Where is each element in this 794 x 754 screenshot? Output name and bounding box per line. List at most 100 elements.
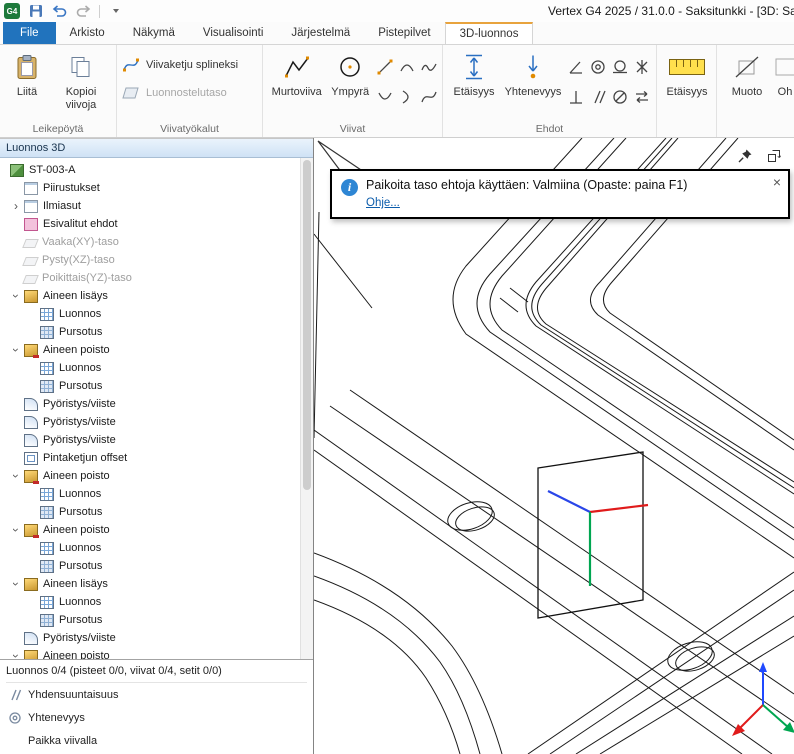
concentric-constraint-button[interactable] (588, 57, 608, 77)
tree-item[interactable]: Piirustukset (0, 179, 300, 197)
distance-constraint-button[interactable]: Etäisyys (447, 48, 501, 99)
extrude-icon (40, 506, 54, 519)
fillet-icon (24, 632, 38, 645)
redo-button[interactable] (75, 3, 92, 20)
tree-item[interactable]: Pursotus (0, 377, 300, 395)
fillet-icon (24, 434, 38, 447)
extrude-icon (40, 560, 54, 573)
tree-item[interactable]: Vaaka(XY)-taso (0, 233, 300, 251)
swap-view-button[interactable] (764, 146, 784, 166)
perpendicular-constraint-button[interactable] (566, 87, 586, 107)
tab-jarjestelma[interactable]: Järjestelmä (277, 22, 364, 44)
tab-visualisointi[interactable]: Visualisointi (189, 22, 278, 44)
tree-item[interactable]: Pursotus (0, 503, 300, 521)
undo-button[interactable] (51, 3, 68, 20)
tangent-constraint-button[interactable] (610, 57, 630, 77)
constraint-list-item[interactable]: Yhtenevyys (6, 706, 307, 729)
partial-button[interactable]: Oh (773, 48, 794, 99)
line-tool-button[interactable] (375, 57, 395, 77)
shape-button[interactable]: Muoto (721, 48, 773, 99)
parallel-constraint-button[interactable] (588, 87, 608, 107)
s-curve-tool-button[interactable] (419, 87, 439, 107)
save-button[interactable] (27, 3, 44, 20)
vertical-scrollbar[interactable] (300, 158, 313, 659)
tree-item[interactable]: Esivalitut ehdot (0, 215, 300, 233)
fix-constraint-button[interactable] (632, 57, 652, 77)
arc-down-tool-button[interactable] (375, 87, 395, 107)
circle-label: Ympyrä (331, 86, 369, 99)
tree-item[interactable]: Luonnos (0, 305, 300, 323)
tree-item[interactable]: Pyöristys/viiste (0, 413, 300, 431)
tree-item[interactable]: Aineen poisto (0, 647, 300, 659)
tab-nakyma[interactable]: Näkymä (119, 22, 189, 44)
polyline-button[interactable]: Murtoviiva (267, 48, 326, 99)
tree-item[interactable]: Pursotus (0, 323, 300, 341)
copy-lines-button[interactable]: Kopioi viivoja (50, 48, 112, 111)
chevron-right-icon[interactable] (8, 199, 24, 213)
tree-item[interactable]: Pyöristys/viiste (0, 431, 300, 449)
ribbon: Liitä Kopioi viivoja Leikepöytä Viivaket… (0, 45, 794, 138)
chevron-down-icon[interactable] (8, 469, 24, 483)
chevron-down-icon[interactable] (8, 577, 24, 591)
tab-3d-luonnos[interactable]: 3D-luonnos (445, 22, 534, 45)
tree-item[interactable]: Luonnos (0, 539, 300, 557)
tree-item[interactable]: Aineen lisäys (0, 575, 300, 593)
arc-tool-button[interactable] (397, 57, 417, 77)
tree-item[interactable]: Aineen poisto (0, 521, 300, 539)
arc-side-tool-button[interactable] (397, 87, 417, 107)
pin-button[interactable] (735, 146, 755, 166)
tree-item[interactable]: Aineen poisto (0, 467, 300, 485)
tree-item[interactable]: Luonnos (0, 359, 300, 377)
tree-item[interactable]: Pursotus (0, 611, 300, 629)
polyline-label: Murtoviiva (272, 86, 322, 99)
tree-item[interactable]: Pysty(XZ)-taso (0, 251, 300, 269)
panel-header: Luonnos 3D (0, 138, 313, 158)
chevron-down-icon[interactable] (8, 343, 24, 357)
3d-viewport[interactable]: i Paikoita taso ehtoja käyttäen: Valmiin… (314, 138, 794, 754)
spline-chain-button[interactable]: Viivaketju splineksi (121, 56, 238, 74)
swap-arrows-button[interactable] (632, 87, 652, 107)
tab-arkisto[interactable]: Arkisto (56, 22, 119, 44)
tree-item[interactable]: Pyöristys/viiste (0, 629, 300, 647)
chevron-down-icon[interactable] (8, 289, 24, 303)
tree-item[interactable]: Luonnos (0, 593, 300, 611)
arc-chain-tool-button[interactable] (419, 57, 439, 77)
measure-distance-button[interactable]: Etäisyys (661, 48, 713, 99)
close-icon[interactable]: × (773, 175, 781, 189)
angle-constraint-button[interactable] (566, 57, 586, 77)
group-measure: Etäisyys (657, 45, 717, 137)
tab-file[interactable]: File (3, 22, 56, 44)
constraint-list-item[interactable]: Paikka viivalla (6, 729, 307, 752)
plane-icon (22, 275, 39, 284)
app-logo[interactable]: G4 (4, 3, 20, 19)
chevron-down-icon[interactable] (8, 649, 24, 659)
polyline-icon (284, 51, 310, 83)
coincidence-button[interactable]: Yhtenevyys (501, 48, 565, 99)
tree-item[interactable]: Luonnos (0, 485, 300, 503)
wireframe-canvas[interactable] (314, 138, 794, 754)
sketch-plane-button[interactable]: Luonnostelutaso (121, 84, 238, 102)
coincidence-icon (521, 51, 545, 83)
slash-circle-constraint-button[interactable] (610, 87, 630, 107)
paste-button[interactable]: Liitä (4, 48, 50, 99)
constraint-list-item[interactable]: Yhdensuuntaisuus (6, 683, 307, 706)
tree-item[interactable]: Aineen lisäys (0, 287, 300, 305)
chevron-down-icon[interactable] (8, 523, 24, 537)
group-clipboard: Liitä Kopioi viivoja Leikepöytä (0, 45, 117, 137)
circle-button[interactable]: Ympyrä (326, 48, 374, 99)
distance-constraint-label: Etäisyys (454, 86, 495, 99)
tree-item[interactable]: Ilmiasut (0, 197, 300, 215)
scrollbar-thumb[interactable] (303, 160, 311, 490)
tree-item[interactable]: Poikittais(YZ)-taso (0, 269, 300, 287)
extrude-icon (40, 614, 54, 627)
tree-item[interactable]: Aineen poisto (0, 341, 300, 359)
tab-pistepilvet[interactable]: Pistepilvet (364, 22, 444, 44)
qat-customize-button[interactable] (107, 3, 124, 20)
tree-item[interactable]: Pyöristys/viiste (0, 395, 300, 413)
help-link[interactable]: Ohje... (366, 197, 400, 209)
ribbon-tabs: File Arkisto Näkymä Visualisointi Järjes… (0, 22, 794, 45)
tree-item[interactable]: ST-003-A (0, 161, 300, 179)
tree-item[interactable]: Pursotus (0, 557, 300, 575)
spline-chain-label: Viivaketju splineksi (146, 59, 238, 71)
tree-item[interactable]: Pintaketjun offset (0, 449, 300, 467)
